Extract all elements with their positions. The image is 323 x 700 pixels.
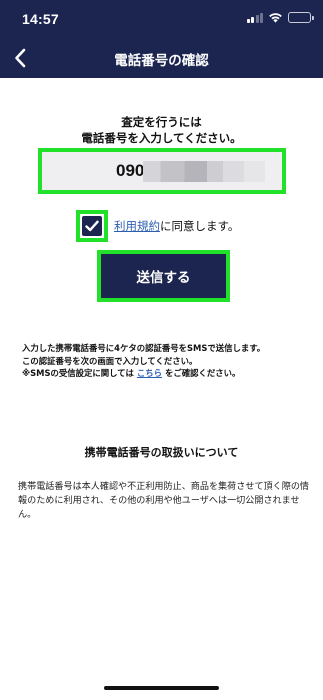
checkmark-icon bbox=[85, 220, 99, 232]
page-title: 電話番号の確認 bbox=[114, 53, 209, 69]
submit-button[interactable]: 送信する bbox=[101, 254, 226, 298]
info-line-3: ※SMSの受信設定に関しては こちら をご確認ください。 bbox=[22, 367, 312, 380]
handling-body: 携帯電話番号は本人確認や不正利用防止、商品を集荷させて頂く際の情報のために利用さ… bbox=[18, 482, 310, 520]
info-line-2: この認証番号を次の画面で入力してください。 bbox=[22, 355, 198, 366]
masked-digits bbox=[143, 161, 223, 182]
terms-link[interactable]: 利用規約 bbox=[114, 219, 160, 233]
intro-text: 査定を行うには 電話番号を入力してください。 bbox=[0, 114, 323, 146]
agree-row: 利用規約に同意します。 bbox=[76, 210, 239, 242]
info-line-3-prefix: ※SMSの受信設定に関しては bbox=[22, 368, 134, 378]
intro-line-2: 電話番号を入力してください。 bbox=[81, 131, 242, 145]
status-bar: 14:57 bbox=[0, 0, 323, 38]
home-indicator[interactable] bbox=[104, 686, 219, 690]
phone-number-field[interactable] bbox=[38, 148, 286, 194]
nav-bar: 電話番号の確認 bbox=[0, 38, 323, 78]
info-line-1: 入力した携帯電話番号に4ケタの認証番号をSMSで送信します。 bbox=[22, 343, 266, 353]
status-time: 14:57 bbox=[22, 11, 59, 27]
status-icons bbox=[246, 12, 314, 23]
submit-frame: 送信する bbox=[97, 250, 230, 302]
wifi-icon bbox=[269, 13, 282, 23]
battery-icon bbox=[288, 12, 314, 23]
sms-settings-link[interactable]: こちら bbox=[137, 368, 162, 378]
agree-suffix: に同意します。 bbox=[160, 219, 240, 233]
masked-digits-tail bbox=[223, 161, 265, 182]
handling-heading: 携帯電話番号の取扱いについて bbox=[84, 446, 239, 459]
sms-info: 入力した携帯電話番号に4ケタの認証番号をSMSで送信します。 この認証番号を次の… bbox=[22, 342, 312, 380]
checkbox-box bbox=[82, 216, 102, 236]
agree-label: 利用規約に同意します。 bbox=[114, 218, 239, 234]
intro-line-1: 査定を行うには bbox=[121, 115, 202, 129]
agree-checkbox[interactable] bbox=[76, 210, 108, 242]
info-line-3-suffix: をご確認ください。 bbox=[165, 368, 241, 378]
signal-icon bbox=[246, 12, 263, 23]
